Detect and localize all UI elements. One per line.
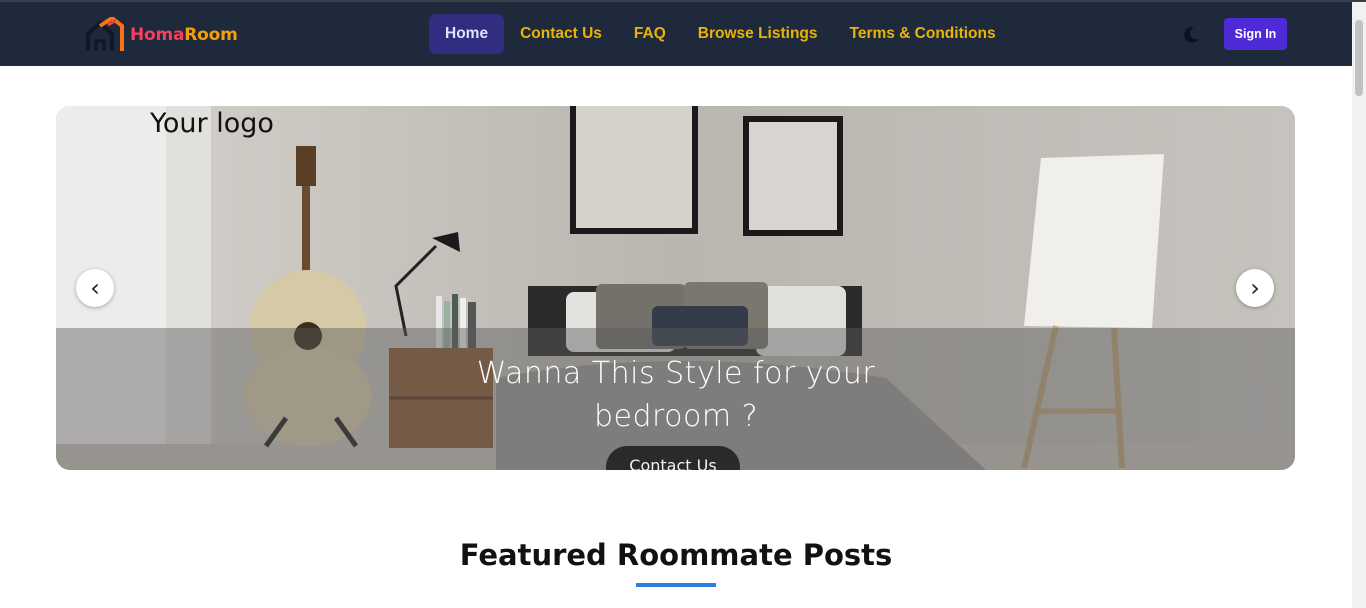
- brand-name-part2: Room: [184, 25, 238, 45]
- brand-name: HomaRoom: [130, 25, 238, 45]
- carousel-prev-button[interactable]: ‹: [76, 269, 114, 307]
- hero-carousel: Your logo Wanna This Style for your bedr…: [56, 106, 1295, 470]
- hero-logo-text: Your logo: [150, 108, 274, 139]
- carousel-next-button[interactable]: ›: [1236, 269, 1274, 307]
- chevron-left-icon: ‹: [90, 274, 100, 302]
- navbar: HomaRoom Home Contact Us FAQ Browse List…: [0, 2, 1352, 66]
- section-title-underline: [636, 583, 716, 587]
- nav-terms-conditions[interactable]: Terms & Conditions: [834, 14, 1012, 54]
- nav-browse-listings[interactable]: Browse Listings: [682, 14, 834, 54]
- hero-caption: Wanna This Style for your bedroom ?: [476, 356, 876, 434]
- page-scrollbar[interactable]: [1352, 2, 1366, 608]
- house-logo-icon: [86, 17, 124, 51]
- brand-logo[interactable]: HomaRoom: [86, 17, 238, 53]
- nav-faq[interactable]: FAQ: [618, 14, 682, 54]
- brand-name-part1: Homa: [130, 25, 185, 45]
- scrollbar-thumb[interactable]: [1355, 20, 1363, 96]
- hero-contact-button[interactable]: Contact Us: [606, 446, 740, 470]
- sign-in-button[interactable]: Sign In: [1224, 18, 1287, 50]
- chevron-right-icon: ›: [1250, 274, 1260, 302]
- nav-home[interactable]: Home: [429, 14, 505, 54]
- moon-icon[interactable]: [1181, 25, 1201, 45]
- nav-contact-us[interactable]: Contact Us: [504, 14, 618, 54]
- main-nav: Home Contact Us FAQ Browse Listings Term…: [429, 14, 1012, 54]
- featured-section-title: Featured Roommate Posts: [459, 538, 893, 572]
